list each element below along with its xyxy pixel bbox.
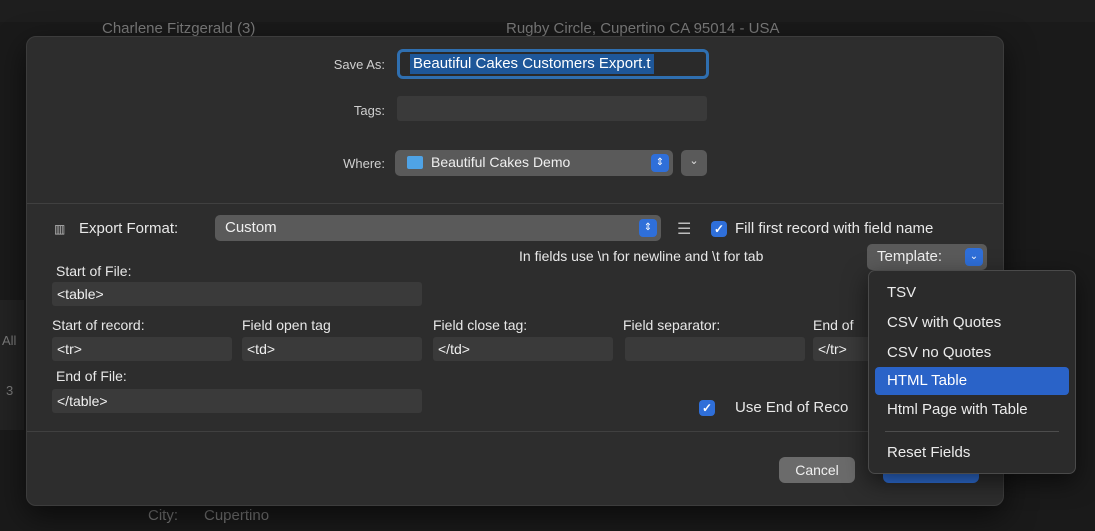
field-escape-hint: In fields use \n for newline and \t for … [519,248,764,264]
field-open-tag-label: Field open tag [242,317,331,333]
start-of-file-label: Start of File: [56,263,132,279]
tags-field[interactable] [397,96,707,121]
chevron-down-icon: ⌄ [965,248,983,266]
field-separator-label: Field separator: [623,317,721,333]
sheet-divider-top [27,203,1003,204]
menu-item-csv-with-quotes[interactable]: CSV with Quotes [875,309,1069,337]
export-format-label: Export Format: [79,220,179,237]
expand-button[interactable]: ⌄ [681,150,707,176]
menu-item-html-table[interactable]: HTML Table [875,367,1069,395]
fill-first-record-checkbox[interactable]: ✓ [711,221,727,237]
field-close-tag-field[interactable]: </td> [433,337,613,361]
background-left-panel [0,300,24,430]
chevron-updown-icon: ⇕ [639,219,657,237]
chevron-down-icon: ⌄ [689,155,699,167]
start-of-record-label: Start of record: [52,317,145,333]
folder-icon [407,156,423,169]
background-left-fragment-2: 3 [6,383,14,398]
field-close-tag-value: </td> [438,341,470,357]
end-of-file-field[interactable]: </table> [52,389,422,413]
chevron-updown-icon: ⇕ [651,154,669,172]
menu-item-tsv[interactable]: TSV [875,279,1069,307]
save-as-field[interactable]: Beautiful Cakes Customers Export.t [397,49,709,79]
start-of-record-value: <tr> [57,341,82,357]
tags-label: Tags: [353,103,385,118]
end-of-file-value: </table> [57,393,108,409]
template-popup[interactable]: Template: ⌄ [867,244,987,270]
end-of-record-field[interactable]: </tr> [813,337,873,361]
sheet-divider-bottom [27,431,1003,432]
save-as-label: Save As: [333,57,385,72]
end-of-file-label: End of File: [56,368,127,384]
background-left-fragment-1: All [2,333,17,348]
menu-item-html-page-with-table[interactable]: Html Page with Table [875,396,1069,424]
use-end-of-record-checkbox[interactable]: ✓ [699,400,715,416]
save-as-value: Beautiful Cakes Customers Export.t [410,54,654,74]
end-of-record-value: </tr> [818,341,847,357]
export-format-popup[interactable]: Custom ⇕ [215,215,661,241]
field-separator-field[interactable] [625,337,805,361]
start-of-file-value: <table> [57,286,104,302]
where-label: Where: [343,156,385,171]
save-sheet: Save As: Beautiful Cakes Customers Expor… [26,36,1004,506]
end-of-record-label: End of [813,317,854,333]
menu-item-csv-no-quotes[interactable]: CSV no Quotes [875,339,1069,367]
field-open-tag-field[interactable]: <td> [242,337,422,361]
menu-separator [885,431,1059,432]
cancel-button[interactable]: Cancel [779,457,855,483]
field-open-tag-value: <td> [247,341,276,357]
field-close-tag-label: Field close tag: [433,317,528,333]
columns-icon: ▥ [54,222,66,236]
fill-first-record-label: Fill first record with field name [735,220,934,237]
background-header [0,0,1095,22]
background-city-value: Cupertino [204,507,270,524]
use-end-of-record-label: Use End of Reco [735,399,849,416]
menu-item-reset-fields[interactable]: Reset Fields [875,439,1069,467]
where-value: Beautiful Cakes Demo [431,154,571,170]
start-of-file-field[interactable]: <table> [52,282,422,306]
list-icon: ☰ [677,221,692,238]
background-city-label: City: [148,507,178,524]
background-customer-address: Rugby Circle, Cupertino CA 95014 - USA [506,20,780,37]
template-menu: TSV CSV with Quotes CSV no Quotes HTML T… [868,270,1076,474]
export-format-value: Custom [225,219,277,236]
where-popup[interactable]: Beautiful Cakes Demo ⇕ [395,150,673,176]
template-label: Template: [877,248,943,265]
start-of-record-field[interactable]: <tr> [52,337,232,361]
background-customer-name: Charlene Fitzgerald (3) [102,20,256,37]
